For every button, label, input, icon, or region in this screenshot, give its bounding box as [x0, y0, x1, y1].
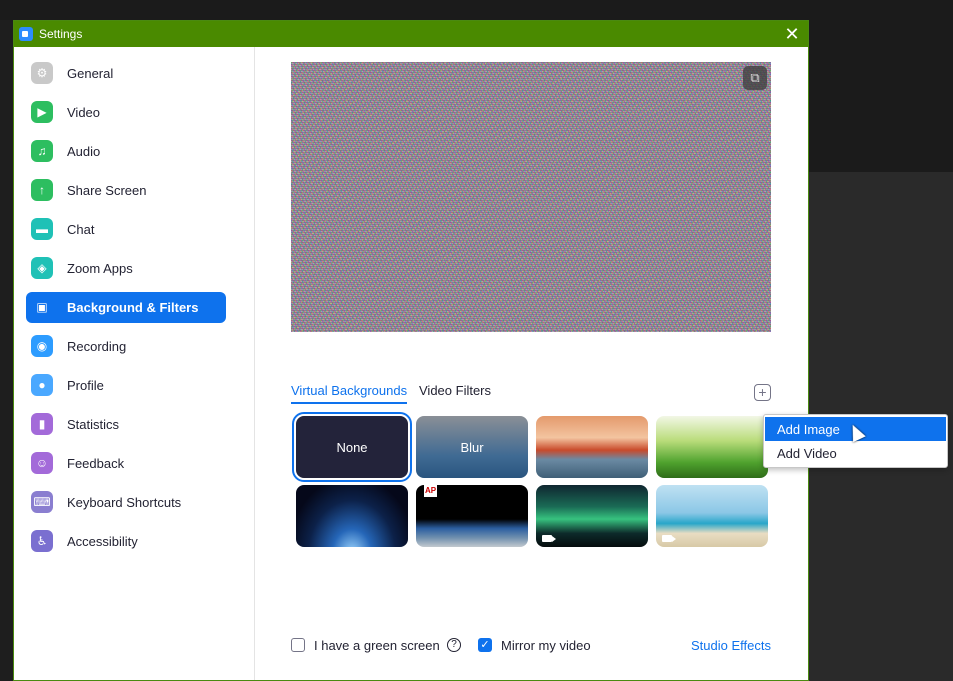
- sidebar-item-accessibility[interactable]: ♿ Accessibility: [26, 526, 226, 557]
- background-thumb-grass[interactable]: [656, 416, 768, 478]
- video-camera-icon: [662, 535, 676, 542]
- record-circle-icon: ◉: [31, 335, 53, 357]
- background-person-icon: ▣: [36, 300, 48, 314]
- green-screen-label: I have a green screen: [314, 638, 440, 653]
- sidebar-item-label: Chat: [67, 222, 95, 237]
- gear-icon: ⚙: [31, 62, 53, 84]
- sidebar-item-statistics[interactable]: ▮ Statistics: [26, 409, 226, 440]
- background-thumb-none[interactable]: None: [292, 412, 412, 482]
- chat-bubble-icon: ▬: [31, 218, 53, 240]
- share-screen-icon: ↑: [31, 179, 53, 201]
- sidebar-item-zoom-apps[interactable]: ◈ Zoom Apps: [26, 253, 226, 284]
- zoom-app-icon: [19, 27, 33, 41]
- mirror-video-checkbox[interactable]: ✓: [478, 638, 492, 652]
- sidebar-item-audio[interactable]: ♫ Audio: [26, 136, 226, 167]
- background-thumb-beach-palm[interactable]: [656, 485, 768, 547]
- video-camera-icon: [542, 535, 556, 542]
- green-screen-checkbox[interactable]: [291, 638, 305, 652]
- background-thumb-label: None: [336, 439, 368, 455]
- sidebar-item-background-filters[interactable]: ▣ Background & Filters: [26, 292, 226, 323]
- sidebar-item-chat[interactable]: ▬ Chat: [26, 214, 226, 245]
- ap-logo: AP: [424, 485, 437, 497]
- sidebar-item-profile[interactable]: ● Profile: [26, 370, 226, 401]
- sidebar-item-label: General: [67, 66, 114, 81]
- menu-item-add-video[interactable]: Add Video: [765, 441, 946, 465]
- sidebar-item-label: Share Screen: [67, 183, 147, 198]
- title-bar: Settings ✕: [14, 21, 808, 47]
- sidebar-item-keyboard-shortcuts[interactable]: ⌨ Keyboard Shortcuts: [26, 487, 226, 518]
- headphones-icon: ♫: [31, 140, 53, 162]
- studio-effects-link[interactable]: Studio Effects: [691, 638, 771, 653]
- mirror-video-label: Mirror my video: [501, 638, 591, 653]
- tab-virtual-backgrounds[interactable]: Virtual Backgrounds: [291, 383, 408, 404]
- sidebar-item-video[interactable]: ▶ Video: [26, 97, 226, 128]
- sidebar-item-label: Recording: [67, 339, 127, 354]
- keyboard-icon: ⌨: [31, 491, 53, 513]
- add-background-button[interactable]: +: [754, 384, 771, 401]
- close-button[interactable]: ✕: [782, 24, 802, 44]
- window-title: Settings: [39, 27, 83, 41]
- video-camera-icon: ▶: [31, 101, 53, 123]
- sidebar-item-label: Zoom Apps: [67, 261, 133, 276]
- sidebar-item-general[interactable]: ⚙ General: [26, 58, 226, 89]
- settings-window: Settings ✕ ⚙ General ▶ Video ♫ Audio ↑ Share Sc…: [13, 20, 809, 681]
- settings-sidebar: ⚙ General ▶ Video ♫ Audio ↑ Share Screen ▬ Chat ◈ Z…: [14, 47, 255, 680]
- help-icon[interactable]: ?: [447, 638, 461, 652]
- background-thumb-northern-lights[interactable]: [536, 485, 648, 547]
- bar-chart-icon: ▮: [31, 413, 53, 435]
- sidebar-item-label: Statistics: [67, 417, 120, 432]
- smiley-icon: ☺: [31, 452, 53, 474]
- background-thumb-ap-earth[interactable]: AP: [416, 485, 528, 547]
- sidebar-item-label: Audio: [67, 144, 101, 159]
- options-row: I have a green screen ? ✓ Mirror my vide…: [291, 634, 771, 658]
- zoom-apps-icon: ◈: [31, 257, 53, 279]
- accessibility-icon: ♿: [31, 530, 53, 552]
- preview-window-icon[interactable]: ⧉: [743, 66, 767, 90]
- background-thumb-earth-from-space[interactable]: [296, 485, 408, 547]
- background-thumb-golden-gate-bridge[interactable]: [536, 416, 648, 478]
- sidebar-item-label: Video: [67, 105, 101, 120]
- tab-video-filters[interactable]: Video Filters: [419, 383, 491, 402]
- sidebar-item-share-screen[interactable]: ↑ Share Screen: [26, 175, 226, 206]
- sidebar-item-feedback[interactable]: ☺ Feedback: [26, 448, 226, 479]
- background-thumb-blur[interactable]: Blur: [416, 416, 528, 478]
- background-filters-panel: ⧉ Virtual Backgrounds Video Filters + No…: [255, 47, 808, 680]
- sidebar-item-label: Background & Filters: [67, 300, 199, 315]
- video-preview: ⧉: [291, 62, 771, 332]
- sidebar-item-label: Accessibility: [67, 534, 138, 549]
- profile-person-icon: ●: [31, 374, 53, 396]
- sidebar-item-label: Profile: [67, 378, 104, 393]
- sidebar-item-label: Feedback: [67, 456, 125, 471]
- sidebar-item-label: Keyboard Shortcuts: [67, 495, 182, 510]
- sidebar-item-recording[interactable]: ◉ Recording: [26, 331, 226, 362]
- background-thumb-label: Blur: [460, 439, 484, 455]
